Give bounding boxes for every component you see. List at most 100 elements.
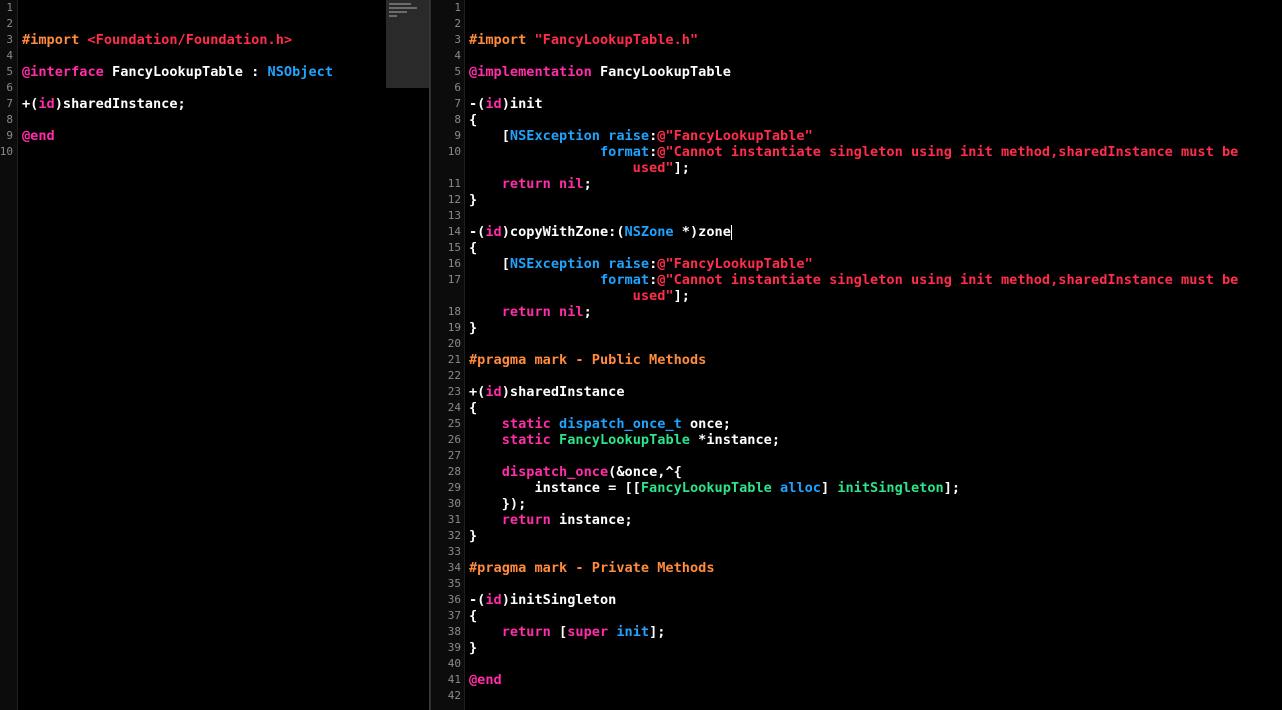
code-line[interactable]: } [469, 528, 477, 544]
code-token: +( [469, 384, 486, 400]
line-number: 41 [447, 673, 461, 686]
code-line[interactable]: return nil; [469, 176, 592, 192]
line-number: 3 [454, 33, 461, 46]
code-token: once; [681, 416, 731, 432]
code-line[interactable]: instance = [[FancyLookupTable alloc] ini… [469, 480, 960, 496]
code-line[interactable]: [NSException raise:@"FancyLookupTable" [469, 128, 813, 144]
code-line[interactable]: { [469, 112, 477, 128]
code-token: (&once,^{ [608, 464, 682, 480]
code-token: NSException [509, 128, 600, 144]
code-line[interactable]: return nil; [469, 304, 592, 320]
code-token: )sharedInstance; [54, 96, 186, 112]
code-line[interactable]: @interface FancyLookupTable : NSObject [22, 64, 333, 80]
minimap[interactable] [386, 0, 430, 88]
code-line[interactable]: { [469, 400, 477, 416]
code-token: return [501, 304, 551, 320]
code-line[interactable]: format:@"Cannot instantiate singleton us… [469, 272, 1238, 288]
line-number: 14 [447, 225, 461, 238]
line-number: 8 [454, 113, 461, 126]
code-area[interactable]: #import "FancyLookupTable.h" @implementat… [469, 0, 1282, 710]
code-line[interactable]: } [469, 640, 477, 656]
code-token: dispatch_once_t [559, 416, 682, 432]
code-editor[interactable]: 1 2 3 4 5 6 7 8 9 10 #import <Foundation/Foundati… [0, 0, 1282, 710]
code-line[interactable]: { [469, 608, 477, 624]
code-token: FancyLookupTable [591, 64, 731, 80]
code-token: )init [501, 96, 543, 112]
line-number: 1 [454, 1, 461, 14]
header-file-editor-pane[interactable]: 1 2 3 4 5 6 7 8 9 10 #import <Foundation/Foundati… [0, 0, 430, 710]
code-line[interactable]: @end [22, 128, 55, 144]
code-token: static [501, 432, 551, 448]
code-token: ]; [673, 288, 690, 304]
code-token: #import [469, 32, 535, 48]
code-token: id [485, 96, 502, 112]
line-number: 25 [447, 417, 461, 430]
code-line[interactable]: }); [469, 496, 527, 512]
code-token: } [469, 320, 478, 336]
code-token: @implementation [469, 64, 592, 80]
implementation-file-editor-pane[interactable]: 1 2 3 4 5 6 7 8 9 10 11 12 13 14 15 16 17 18 19 20 21 22 23 24 2… [431, 0, 1282, 710]
code-line[interactable]: +(id)sharedInstance [469, 384, 625, 400]
code-token: ]; [673, 160, 690, 176]
code-line[interactable]: -(id)init [469, 96, 543, 112]
code-token: nil [559, 304, 584, 320]
code-line[interactable]: #import <Foundation/Foundation.h> [22, 32, 292, 48]
code-token: return [501, 512, 551, 528]
code-line[interactable]: +(id)sharedInstance; [22, 96, 186, 112]
code-token: @"FancyLookupTable" [657, 128, 813, 144]
code-token: id [38, 96, 55, 112]
line-number: 2 [6, 17, 13, 30]
code-token: } [469, 640, 478, 656]
code-line[interactable]: { [469, 240, 477, 256]
code-line[interactable]: return instance; [469, 512, 633, 528]
code-token: @interface [22, 64, 104, 80]
code-token: *instance; [690, 432, 781, 448]
line-number: 23 [447, 385, 461, 398]
code-line[interactable]: static FancyLookupTable *instance; [469, 432, 780, 448]
code-line[interactable]: #pragma mark - Private Methods [469, 560, 715, 576]
code-token: "FancyLookupTable.h" [534, 32, 699, 48]
code-token: ] [820, 480, 838, 496]
line-number: 11 [447, 177, 461, 190]
code-line[interactable]: static dispatch_once_t once; [469, 416, 731, 432]
code-token: format [599, 272, 650, 288]
code-token: @"Cannot instantiate singleton using ini… [657, 144, 1239, 160]
line-number: 32 [447, 529, 461, 542]
line-number: 6 [454, 81, 461, 94]
code-line[interactable]: } [469, 192, 477, 208]
code-area[interactable]: #import <Foundation/Foundation.h> @interf… [22, 0, 430, 710]
code-token: return [501, 624, 551, 640]
line-number: 10 [447, 145, 461, 158]
code-line[interactable]: format:@"Cannot instantiate singleton us… [469, 144, 1238, 160]
code-line[interactable]: -(id)copyWithZone:(NSZone *)zone [469, 224, 732, 240]
code-token: return [501, 176, 551, 192]
line-number: 4 [454, 49, 461, 62]
code-line[interactable]: used"]; [469, 288, 690, 304]
code-line[interactable]: } [469, 320, 477, 336]
code-line[interactable]: dispatch_once(&once,^{ [469, 464, 682, 480]
code-line[interactable]: #pragma mark - Public Methods [469, 352, 706, 368]
code-line[interactable]: #import "FancyLookupTable.h" [469, 32, 698, 48]
code-line[interactable]: used"]; [469, 160, 690, 176]
code-token: { [469, 112, 478, 128]
code-line[interactable]: @implementation FancyLookupTable [469, 64, 731, 80]
line-number: 29 [447, 481, 461, 494]
code-line[interactable]: return [super init]; [469, 624, 666, 640]
line-number: 31 [447, 513, 461, 526]
code-line[interactable]: @end [469, 672, 502, 688]
code-token: <Foundation/Foundation.h> [87, 32, 293, 48]
code-token: )sharedInstance [501, 384, 625, 400]
code-token: @end [22, 128, 55, 144]
code-line[interactable]: -(id)initSingleton [469, 592, 616, 608]
code-line[interactable]: [NSException raise:@"FancyLookupTable" [469, 256, 813, 272]
line-number: 22 [447, 369, 461, 382]
